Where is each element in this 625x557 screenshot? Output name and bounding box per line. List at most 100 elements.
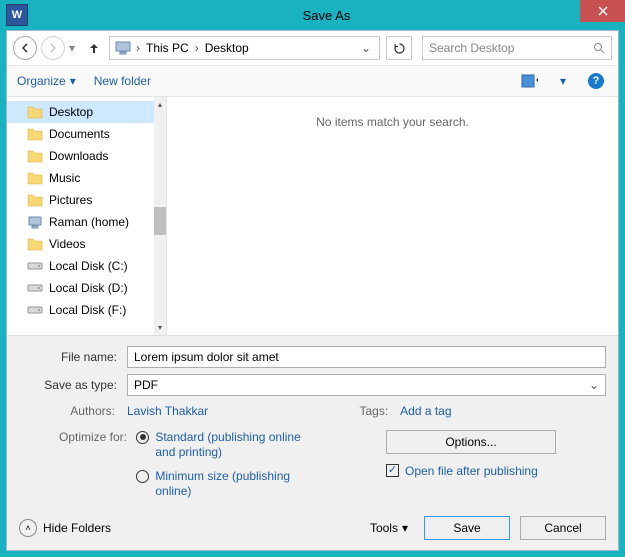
drive-icon — [27, 282, 43, 294]
help-button[interactable]: ? — [584, 71, 608, 91]
tree-item[interactable]: Local Disk (D:) — [7, 277, 166, 299]
tree-item-label: Raman (home) — [49, 215, 129, 229]
chevron-right-icon: › — [193, 41, 201, 55]
open-after-checkbox[interactable]: ✓ Open file after publishing — [386, 464, 538, 478]
file-list-pane[interactable]: No items match your search. — [167, 97, 618, 335]
tools-label: Tools — [370, 521, 398, 535]
tree-item[interactable]: Music — [7, 167, 166, 189]
tree-item[interactable]: Raman (home) — [7, 211, 166, 233]
nav-row: ▾ › This PC › Desktop ⌄ Search Desktop — [7, 31, 618, 65]
tags-value[interactable]: Add a tag — [400, 404, 451, 418]
history-dropdown[interactable]: ▾ — [69, 41, 79, 55]
empty-message: No items match your search. — [316, 115, 469, 129]
radio-standard[interactable]: Standard (publishing online and printing… — [136, 430, 305, 461]
authors-value[interactable]: Lavish Thakkar — [127, 404, 208, 418]
tree-item[interactable]: Documents — [7, 123, 166, 145]
arrow-right-icon — [48, 43, 58, 53]
tree-item-label: Local Disk (F:) — [49, 303, 126, 317]
navigation-tree[interactable]: ▴ ▾ Desktop Documents Downloads Music Pictur… — [7, 97, 167, 335]
radio-minimum[interactable]: Minimum size (publishing online) — [136, 469, 305, 500]
breadcrumb-seg-thispc[interactable]: This PC — [142, 41, 193, 55]
radio-icon — [136, 470, 149, 483]
chevron-up-icon: ˄ — [19, 519, 37, 537]
split-pane: ▴ ▾ Desktop Documents Downloads Music Pictur… — [7, 97, 618, 335]
radio-minimum-label: Minimum size (publishing online) — [155, 469, 305, 500]
drive-icon — [27, 260, 43, 272]
folder-icon — [27, 127, 43, 141]
window-title: Save As — [28, 8, 625, 23]
tree-item[interactable]: Desktop — [7, 101, 166, 123]
tree-item-label: Desktop — [49, 105, 93, 119]
tree-item-label: Downloads — [49, 149, 108, 163]
cancel-button[interactable]: Cancel — [520, 516, 606, 540]
refresh-button[interactable] — [386, 36, 412, 60]
scrollbar-thumb[interactable] — [154, 207, 166, 235]
arrow-left-icon — [20, 43, 30, 53]
optimize-for-label: Optimize for: — [49, 430, 127, 444]
authors-label: Authors: — [19, 404, 115, 418]
tree-item-label: Local Disk (C:) — [49, 259, 128, 273]
tree-item-label: Local Disk (D:) — [49, 281, 128, 295]
up-button[interactable] — [83, 37, 105, 59]
tree-item[interactable]: Local Disk (C:) — [7, 255, 166, 277]
tree-item-label: Documents — [49, 127, 110, 141]
tags-label: Tags: — [348, 404, 388, 418]
checkbox-icon: ✓ — [386, 464, 399, 477]
tools-menu[interactable]: Tools ▾ — [364, 521, 414, 535]
tree-item-label: Music — [49, 171, 80, 185]
arrow-up-icon — [88, 42, 100, 54]
breadcrumb-seg-desktop[interactable]: Desktop — [201, 41, 253, 55]
folder-icon — [27, 105, 43, 119]
tree-item[interactable]: Pictures — [7, 189, 166, 211]
pc-icon — [27, 215, 43, 229]
caret-down-icon: ▾ — [70, 74, 76, 88]
search-input[interactable]: Search Desktop — [422, 36, 612, 60]
chevron-right-icon: › — [134, 41, 142, 55]
save-as-type-value: PDF — [134, 378, 158, 392]
organize-menu[interactable]: Organize ▾ — [17, 74, 76, 88]
forward-button[interactable] — [41, 36, 65, 60]
save-button[interactable]: Save — [424, 516, 510, 540]
back-button[interactable] — [13, 36, 37, 60]
breadcrumb[interactable]: › This PC › Desktop ⌄ — [109, 36, 380, 60]
pc-icon — [114, 39, 132, 57]
view-options-button[interactable] — [518, 71, 542, 91]
footer: ˄ Hide Folders Tools ▾ Save Cancel — [7, 508, 618, 550]
tree-item[interactable]: Local Disk (F:) — [7, 299, 166, 321]
options-button[interactable]: Options... — [386, 430, 556, 454]
drive-icon — [27, 304, 43, 316]
caret-down-icon: ⌄ — [589, 378, 599, 392]
hide-folders-label: Hide Folders — [43, 521, 111, 535]
organize-label: Organize — [17, 74, 66, 88]
close-button[interactable] — [580, 0, 625, 22]
save-as-dialog: W Save As ▾ › This PC › Desktop ⌄ — [0, 0, 625, 557]
save-as-type-select[interactable]: PDF ⌄ — [127, 374, 606, 396]
folder-icon — [27, 149, 43, 163]
tree-item[interactable]: Videos — [7, 233, 166, 255]
scroll-down-button[interactable]: ▾ — [154, 321, 166, 335]
radio-icon — [136, 431, 149, 444]
help-icon: ? — [588, 73, 604, 89]
word-app-icon: W — [6, 4, 28, 26]
file-name-label: File name: — [19, 350, 127, 364]
caret-down-icon[interactable]: ▾ — [560, 74, 566, 88]
breadcrumb-dropdown[interactable]: ⌄ — [355, 41, 377, 55]
save-as-type-label: Save as type: — [19, 378, 127, 392]
folder-icon — [27, 237, 43, 251]
new-folder-button[interactable]: New folder — [94, 74, 151, 88]
tree-item-label: Videos — [49, 237, 85, 251]
dialog-content: ▾ › This PC › Desktop ⌄ Search Desktop — [6, 30, 619, 551]
toolbar: Organize ▾ New folder ▾ ? — [7, 65, 618, 97]
file-name-input[interactable] — [127, 346, 606, 368]
radio-standard-label: Standard (publishing online and printing… — [155, 430, 305, 461]
titlebar: W Save As — [0, 0, 625, 30]
refresh-icon — [393, 42, 406, 55]
caret-down-icon: ▾ — [402, 521, 408, 535]
scroll-up-button[interactable]: ▴ — [154, 97, 166, 111]
search-placeholder: Search Desktop — [429, 41, 593, 55]
form-panel: File name: Save as type: PDF ⌄ Authors: … — [7, 335, 618, 508]
folder-icon — [27, 193, 43, 207]
tree-item[interactable]: Downloads — [7, 145, 166, 167]
search-icon — [593, 42, 605, 54]
hide-folders-button[interactable]: ˄ Hide Folders — [19, 519, 111, 537]
